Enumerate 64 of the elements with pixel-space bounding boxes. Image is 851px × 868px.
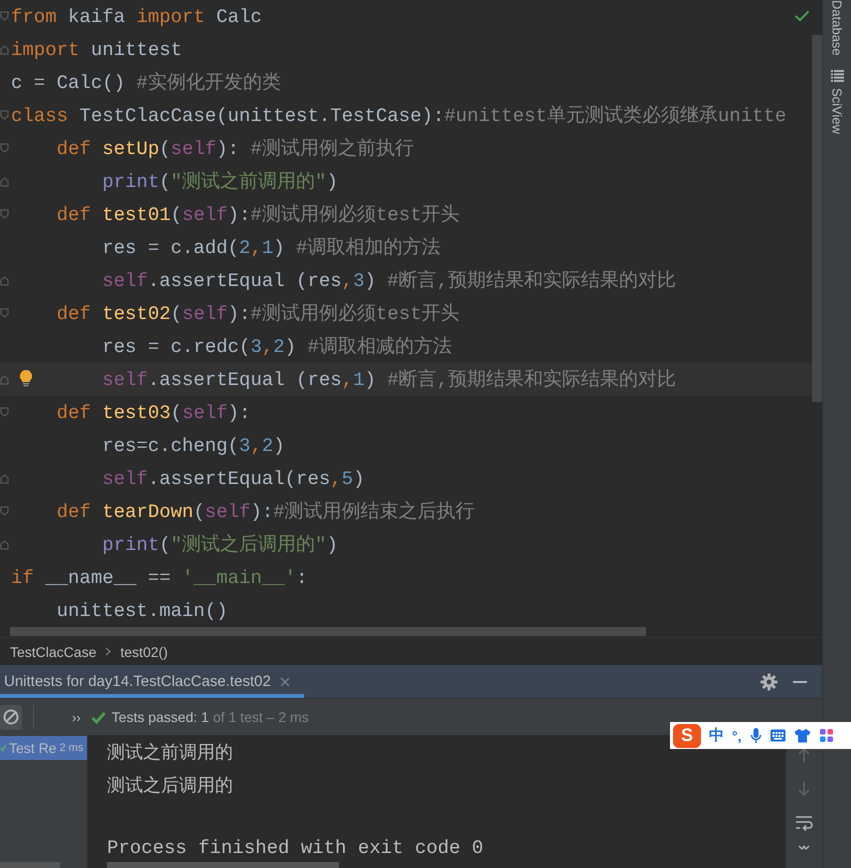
chevron-icon bbox=[105, 647, 112, 656]
microphone-icon[interactable] bbox=[750, 727, 762, 744]
code-line: self.assertEqual (res,3) #断言,预期结果和实际结果的对比 bbox=[102, 268, 676, 292]
fold-marker-icon[interactable] bbox=[0, 209, 9, 220]
code-line: from kaifa import Calc bbox=[11, 4, 262, 28]
scrollbar-thumb[interactable] bbox=[812, 35, 822, 402]
soft-wrap-icon[interactable] bbox=[795, 815, 813, 831]
fold-marker-icon[interactable] bbox=[0, 110, 9, 121]
scrollbar-thumb[interactable] bbox=[0, 862, 60, 868]
settings-icon[interactable] bbox=[760, 672, 778, 690]
ime-logo[interactable]: S bbox=[673, 724, 701, 748]
tool-window-tab[interactable]: Database bbox=[830, 0, 844, 56]
ime-mode-toggle[interactable]: 中 bbox=[709, 726, 724, 745]
down-arrow-icon[interactable] bbox=[797, 781, 811, 797]
chevrons-icon[interactable] bbox=[798, 845, 810, 851]
status-text: Tests passed: 1 bbox=[112, 709, 209, 725]
tool-window-tab[interactable]: SciView bbox=[830, 70, 844, 134]
code-line: res = c.redc(3,2) #调取相减的方法 bbox=[102, 334, 452, 358]
fold-marker-icon[interactable] bbox=[0, 407, 9, 418]
code-line: unittest.main() bbox=[56, 598, 228, 622]
code-line: def test03(self): bbox=[56, 400, 250, 424]
up-arrow-icon[interactable] bbox=[797, 747, 811, 763]
code-line: def test01(self):#测试用例必须test开头 bbox=[56, 202, 460, 226]
fold-marker-icon[interactable] bbox=[0, 143, 9, 154]
stop-icon bbox=[3, 709, 19, 725]
scrollbar-thumb[interactable] bbox=[107, 862, 339, 868]
more-button[interactable]: ›› bbox=[72, 710, 81, 724]
code-line: print("测试之后调用的") bbox=[102, 532, 338, 556]
fold-marker-icon[interactable] bbox=[0, 374, 9, 385]
keyboard-icon[interactable] bbox=[770, 729, 786, 742]
status-detail: of 1 test – 2 ms bbox=[212, 709, 309, 725]
code-line: if __name__ == '__main__': bbox=[11, 566, 308, 590]
code-line: def test02(self):#测试用例必须test开头 bbox=[56, 302, 460, 326]
breadcrumb-item[interactable]: TestClacCase bbox=[10, 644, 96, 660]
fold-marker-icon[interactable] bbox=[0, 275, 9, 286]
scrollbar-thumb[interactable] bbox=[10, 627, 646, 636]
fold-marker-icon[interactable] bbox=[0, 176, 9, 187]
code-line: c = Calc() #实例化开发的类 bbox=[11, 70, 281, 94]
console-line: 测试之前调用的 bbox=[107, 741, 233, 765]
code-line: self.assertEqual(res,5) bbox=[102, 466, 364, 490]
code-line: res=c.cheng(3,2) bbox=[102, 434, 285, 458]
close-icon[interactable] bbox=[280, 676, 290, 686]
fold-marker-icon[interactable] bbox=[0, 539, 9, 550]
apps-icon[interactable] bbox=[818, 728, 834, 743]
code-line: print("测试之前调用的") bbox=[102, 170, 338, 194]
fold-marker-icon[interactable] bbox=[0, 473, 9, 484]
table-icon bbox=[830, 70, 844, 82]
fold-marker-icon[interactable] bbox=[0, 44, 9, 55]
stop-button[interactable] bbox=[0, 704, 22, 730]
lightbulb-icon[interactable] bbox=[19, 369, 33, 387]
console-line: 测试之后调用的 bbox=[107, 774, 233, 798]
breadcrumb-item[interactable]: test02() bbox=[120, 644, 168, 660]
console-line: Process finished with exit code 0 bbox=[107, 836, 484, 861]
code-line: def tearDown(self):#测试用例结束之后执行 bbox=[56, 500, 475, 524]
code-line: def setUp(self): #测试用例之前执行 bbox=[56, 136, 414, 160]
code-line: self.assertEqual (res,1) #断言,预期结果和实际结果的对比 bbox=[102, 368, 676, 392]
punctuation-toggle[interactable]: °, bbox=[732, 728, 742, 744]
fold-marker-icon[interactable] bbox=[0, 308, 9, 319]
fold-marker-icon[interactable] bbox=[0, 11, 9, 22]
shirt-icon[interactable] bbox=[794, 728, 810, 743]
code-line: res = c.add(2,1) #调取相加的方法 bbox=[102, 236, 440, 260]
code-line: class TestClacCase(unittest.TestCase):#unittest单元测试类必须继承unitte bbox=[11, 104, 786, 128]
fold-marker-icon[interactable] bbox=[0, 506, 9, 517]
code-line: import unittest bbox=[11, 38, 182, 62]
